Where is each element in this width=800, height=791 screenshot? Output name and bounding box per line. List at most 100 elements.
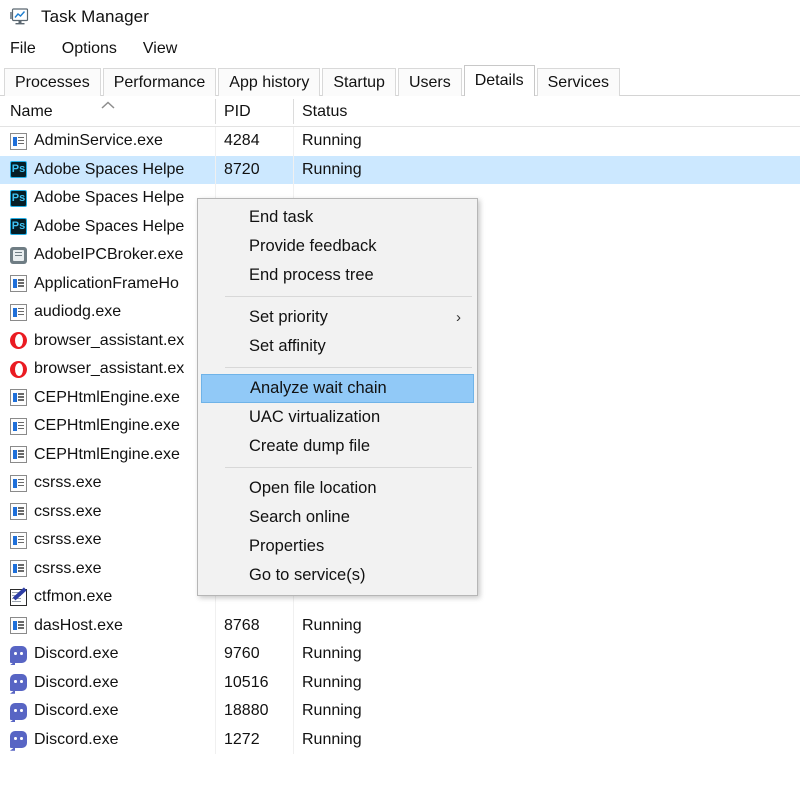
process-status-cell: Running xyxy=(302,702,362,720)
process-name-label: Discord.exe xyxy=(34,730,119,748)
app-window-icon xyxy=(10,503,27,521)
menubar-item-view[interactable]: View xyxy=(143,40,177,58)
row-divider xyxy=(215,668,216,697)
process-name-cell: Ps Adobe Spaces Helpe xyxy=(10,161,184,179)
app-window-icon xyxy=(10,132,27,150)
column-divider-pid-status[interactable] xyxy=(293,99,294,124)
process-name-label: csrss.exe xyxy=(34,474,102,492)
table-row[interactable]: Discord.exe 18880 Running xyxy=(0,697,800,726)
process-name-cell: AdminService.exe xyxy=(10,132,163,150)
process-name-label: Adobe Spaces Helpe xyxy=(34,217,185,235)
process-name-label: CEPHtmlEngine.exe xyxy=(34,445,180,463)
column-header-row: Name PID Status xyxy=(0,96,800,127)
process-name-label: browser_assistant.ex xyxy=(34,360,185,378)
discord-icon xyxy=(10,645,27,663)
photoshop-ps-icon: Ps xyxy=(10,161,27,179)
menu-item-uac-virtualization[interactable]: UAC virtualization xyxy=(198,403,477,432)
photoshop-ps-icon: Ps xyxy=(10,218,27,236)
process-name-label: CEPHtmlEngine.exe xyxy=(34,388,180,406)
process-name-cell: Discord.exe xyxy=(10,731,118,749)
tab-strip: Processes Performance App history Startu… xyxy=(0,64,800,97)
process-name-cell: Ps Adobe Spaces Helpe xyxy=(10,189,184,207)
context-menu[interactable]: End task Provide feedback End process tr… xyxy=(197,198,478,596)
process-name-label: Adobe Spaces Helpe xyxy=(34,189,185,207)
row-divider xyxy=(293,127,294,156)
app-window-icon xyxy=(10,389,27,407)
process-pid-cell: 4284 xyxy=(224,132,260,150)
menu-item-provide-feedback[interactable]: Provide feedback xyxy=(198,232,477,261)
menu-separator xyxy=(225,367,472,368)
menubar-item-file[interactable]: File xyxy=(10,40,36,58)
menu-item-properties[interactable]: Properties xyxy=(198,532,477,561)
tab-app-history[interactable]: App history xyxy=(218,68,321,96)
process-name-cell: audiodg.exe xyxy=(10,303,121,321)
discord-icon xyxy=(10,674,27,692)
column-divider-name-pid[interactable] xyxy=(215,99,216,124)
process-name-label: Discord.exe xyxy=(34,702,119,720)
tab-performance[interactable]: Performance xyxy=(102,68,217,96)
title-bar: Task Manager xyxy=(0,0,800,34)
app-window-icon xyxy=(10,531,27,549)
process-name-cell: dasHost.exe xyxy=(10,617,123,635)
process-name-cell: csrss.exe xyxy=(10,531,102,549)
menu-item-end-process-tree[interactable]: End process tree xyxy=(198,261,477,290)
row-divider xyxy=(293,640,294,669)
process-status-cell: Running xyxy=(302,645,362,663)
menu-separator xyxy=(225,296,472,297)
ctfmon-pen-icon xyxy=(10,588,27,606)
row-divider xyxy=(215,697,216,726)
process-name-label: Discord.exe xyxy=(34,673,119,691)
process-name-cell: ctfmon.exe xyxy=(10,588,112,606)
process-status-cell: Running xyxy=(302,730,362,748)
table-row[interactable]: Discord.exe 1272 Running xyxy=(0,725,800,754)
process-name-cell: Discord.exe xyxy=(10,674,118,692)
column-header-pid[interactable]: PID xyxy=(224,96,251,126)
discord-icon xyxy=(10,731,27,749)
menubar-item-options[interactable]: Options xyxy=(62,40,117,58)
process-name-label: AdobeIPCBroker.exe xyxy=(34,246,184,264)
menu-item-search-online[interactable]: Search online xyxy=(198,503,477,532)
process-name-label: CEPHtmlEngine.exe xyxy=(34,417,180,435)
table-row[interactable]: AdminService.exe 4284 Running xyxy=(0,127,800,156)
table-row[interactable]: Discord.exe 9760 Running xyxy=(0,640,800,669)
tab-users[interactable]: Users xyxy=(397,68,462,96)
process-name-label: csrss.exe xyxy=(34,531,102,549)
row-divider xyxy=(293,668,294,697)
adobe-broker-icon xyxy=(10,246,27,264)
row-divider xyxy=(293,611,294,640)
sort-ascending-caret-icon xyxy=(100,97,116,109)
menu-item-create-dump-file[interactable]: Create dump file xyxy=(198,432,477,461)
table-row-selected[interactable]: Ps Adobe Spaces Helpe 8720 Running xyxy=(0,155,800,184)
task-manager-icon xyxy=(10,8,30,26)
process-pid-cell: 10516 xyxy=(224,673,269,691)
menu-item-go-to-services[interactable]: Go to service(s) xyxy=(198,561,477,590)
process-name-cell: CEPHtmlEngine.exe xyxy=(10,446,180,464)
table-row[interactable]: dasHost.exe 8768 Running xyxy=(0,611,800,640)
app-window-icon xyxy=(10,275,27,293)
menu-item-open-file-location[interactable]: Open file location xyxy=(198,474,477,503)
chevron-right-icon: › xyxy=(456,309,461,326)
app-window-icon xyxy=(10,474,27,492)
row-divider xyxy=(215,640,216,669)
menu-item-end-task[interactable]: End task xyxy=(198,203,477,232)
process-status-cell: Running xyxy=(302,673,362,691)
menu-item-set-affinity[interactable]: Set affinity xyxy=(198,332,477,361)
tab-processes[interactable]: Processes xyxy=(4,68,101,96)
tab-services[interactable]: Services xyxy=(536,68,620,96)
process-status-cell: Running xyxy=(302,160,362,178)
table-row[interactable]: Discord.exe 10516 Running xyxy=(0,668,800,697)
process-pid-cell: 9760 xyxy=(224,645,260,663)
row-divider xyxy=(293,725,294,754)
column-header-status[interactable]: Status xyxy=(302,96,347,126)
tab-details[interactable]: Details xyxy=(463,65,535,97)
tab-startup[interactable]: Startup xyxy=(322,68,396,96)
app-window-icon xyxy=(10,446,27,464)
process-name-cell: csrss.exe xyxy=(10,560,102,578)
process-name-label: Discord.exe xyxy=(34,645,119,663)
menu-item-set-priority[interactable]: Set priority › xyxy=(198,303,477,332)
column-header-name[interactable]: Name xyxy=(10,96,53,126)
row-divider xyxy=(293,697,294,726)
row-divider xyxy=(293,155,294,184)
process-name-cell: browser_assistant.ex xyxy=(10,360,184,378)
menu-item-analyze-wait-chain[interactable]: Analyze wait chain xyxy=(201,374,474,403)
